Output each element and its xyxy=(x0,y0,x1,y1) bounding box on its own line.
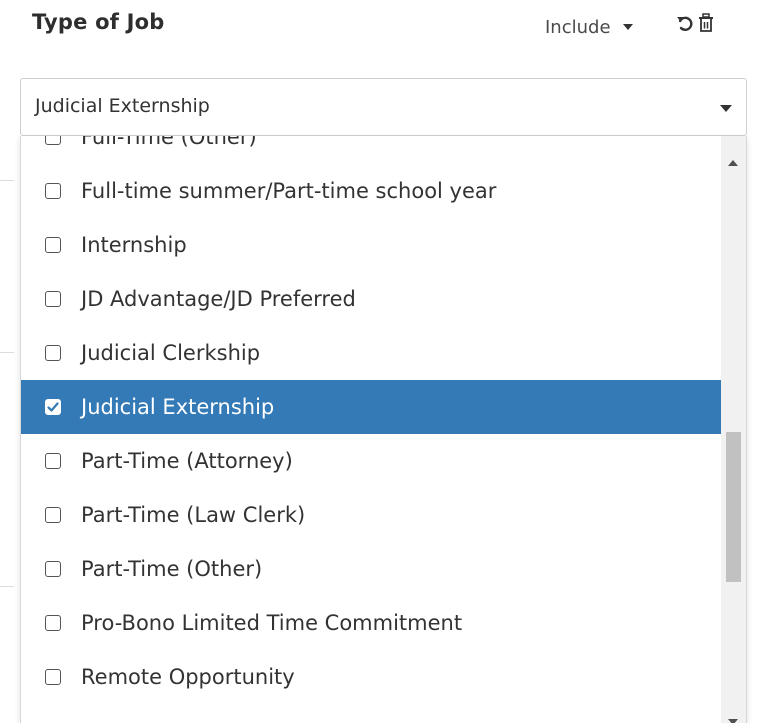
checkbox-checked-icon[interactable] xyxy=(45,399,61,415)
scrollbar-thumb[interactable] xyxy=(726,432,741,582)
option-item[interactable]: Pro-Bono Limited Time Commitment xyxy=(21,596,721,650)
option-item[interactable]: Full-time summer/Part-time school year xyxy=(21,164,721,218)
scroll-up-arrow-icon[interactable] xyxy=(728,160,738,166)
checkbox-icon[interactable] xyxy=(45,237,61,253)
chevron-down-icon xyxy=(720,105,732,112)
option-label: Part-Time (Law Clerk) xyxy=(81,503,306,527)
scrollbar[interactable] xyxy=(721,136,746,723)
checkbox-icon[interactable] xyxy=(45,507,61,523)
option-label: Judicial Externship xyxy=(81,395,275,419)
background-panel-edge xyxy=(0,180,14,181)
option-label: Remote Opportunity xyxy=(81,665,295,689)
checkbox-icon[interactable] xyxy=(45,615,61,631)
option-item[interactable]: Remote Opportunity xyxy=(21,650,721,704)
background-panel-edge xyxy=(0,352,14,353)
option-item[interactable]: Internship xyxy=(21,218,721,272)
checkbox-icon[interactable] xyxy=(45,345,61,361)
background-panel-edge xyxy=(0,586,14,587)
option-label: Internship xyxy=(81,233,187,257)
include-mode-label: Include xyxy=(545,16,611,38)
options-list: Full-Time (Other) Full-time summer/Part-t… xyxy=(21,136,721,704)
filter-header: Type of Job Include xyxy=(0,0,757,60)
options-dropdown: Full-Time (Other) Full-time summer/Part-t… xyxy=(20,136,747,723)
option-label: Part-Time (Attorney) xyxy=(81,449,293,473)
checkbox-icon[interactable] xyxy=(45,291,61,307)
option-item[interactable]: Judicial Externship xyxy=(21,380,721,434)
option-item[interactable]: Full-Time (Other) xyxy=(21,136,721,164)
option-label: Part-Time (Other) xyxy=(81,557,263,581)
option-item[interactable]: Part-Time (Attorney) xyxy=(21,434,721,488)
trash-icon[interactable] xyxy=(698,13,714,37)
checkbox-icon[interactable] xyxy=(45,136,61,145)
checkbox-icon[interactable] xyxy=(45,669,61,685)
option-item[interactable]: Judicial Clerkship xyxy=(21,326,721,380)
option-label: Full-time summer/Part-time school year xyxy=(81,179,497,203)
option-item[interactable]: Part-Time (Law Clerk) xyxy=(21,488,721,542)
reset-icon[interactable] xyxy=(676,13,694,37)
filter-title: Type of Job xyxy=(32,10,165,34)
option-label: JD Advantage/JD Preferred xyxy=(81,287,356,311)
option-item[interactable]: Part-Time (Other) xyxy=(21,542,721,596)
option-label: Pro-Bono Limited Time Commitment xyxy=(81,611,463,635)
caret-down-icon xyxy=(622,24,633,30)
option-item[interactable]: JD Advantage/JD Preferred xyxy=(21,272,721,326)
option-label: Full-Time (Other) xyxy=(81,136,257,149)
option-label: Judicial Clerkship xyxy=(81,341,261,365)
scroll-down-arrow-icon[interactable] xyxy=(728,719,738,723)
selected-value: Judicial Externship xyxy=(35,95,210,117)
checkbox-icon[interactable] xyxy=(45,183,61,199)
checkbox-icon[interactable] xyxy=(45,453,61,469)
checkbox-icon[interactable] xyxy=(45,561,61,577)
include-mode-dropdown[interactable]: Include xyxy=(545,14,633,40)
job-type-select[interactable]: Judicial Externship xyxy=(20,78,747,136)
